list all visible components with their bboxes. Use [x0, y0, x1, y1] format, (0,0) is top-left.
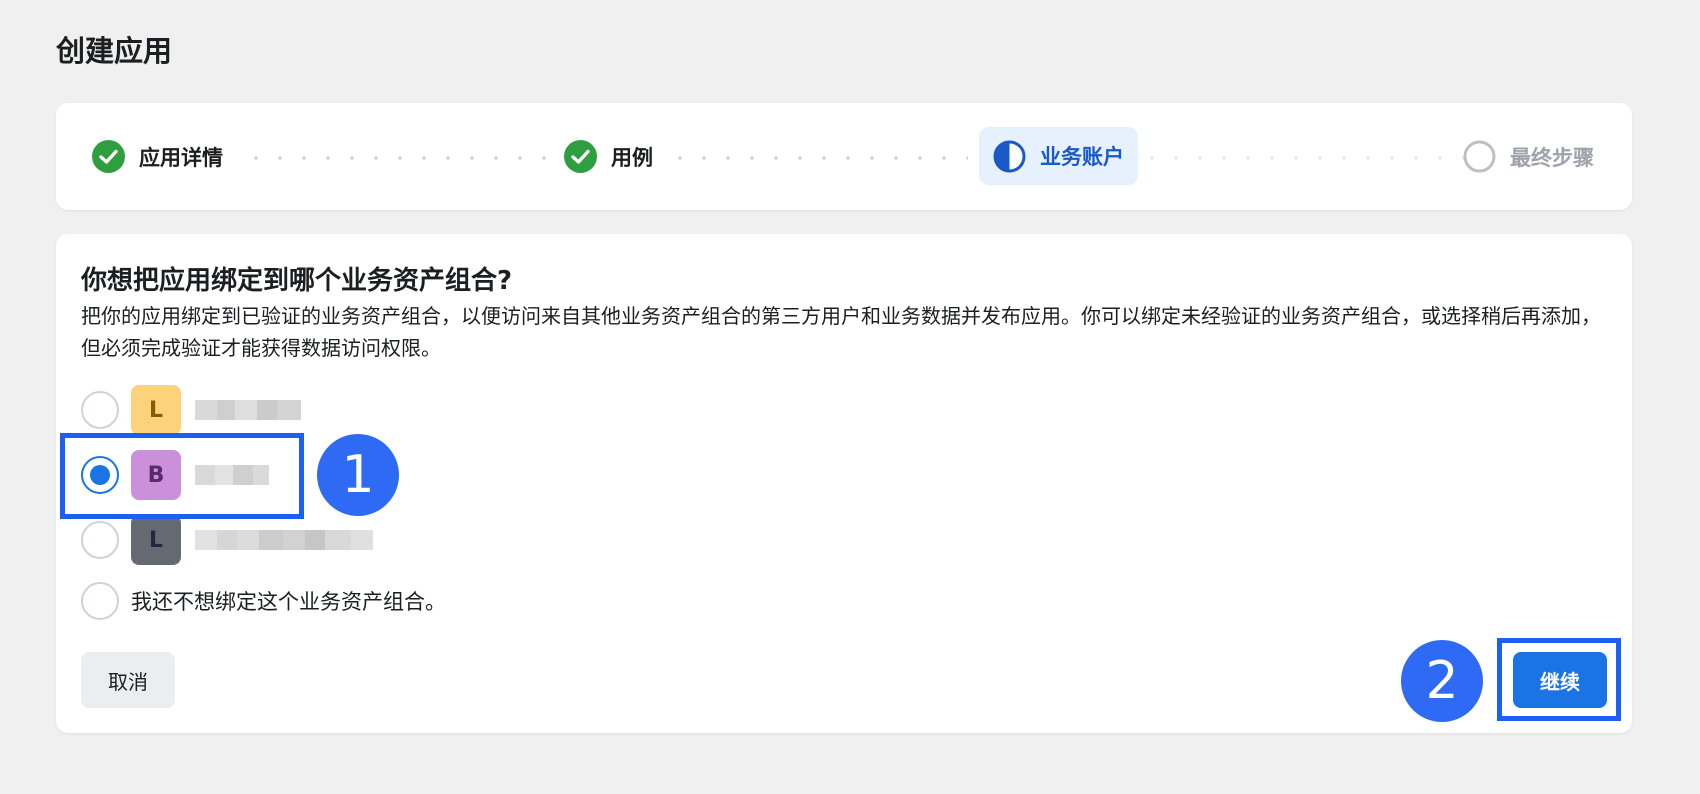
step-final[interactable]: 最终步骤 [1463, 103, 1594, 210]
radio-button[interactable] [81, 391, 119, 429]
step-connector [1140, 156, 1500, 160]
radio-button[interactable] [81, 521, 119, 559]
page-title: 创建应用 [56, 34, 173, 68]
step-app-details[interactable]: 应用详情 [92, 103, 223, 210]
step-label: 用例 [611, 145, 653, 170]
check-circle-icon [92, 140, 125, 173]
step-callout-badge: 2 [1401, 640, 1483, 722]
portfolio-option[interactable]: L [81, 385, 301, 435]
step-business-account[interactable]: 业务账户 [979, 127, 1138, 185]
avatar: L [131, 385, 181, 435]
question-heading: 你想把应用绑定到哪个业务资产组合? [81, 266, 513, 296]
cancel-button[interactable]: 取消 [81, 652, 175, 708]
highlight-box-selected-option [60, 433, 304, 519]
redacted-name [195, 530, 373, 550]
redacted-name [195, 400, 301, 420]
stepper: 应用详情 用例 业务账户 最终步骤 [56, 103, 1632, 210]
empty-circle-icon [1463, 140, 1496, 173]
step-label: 业务账户 [1040, 145, 1124, 169]
step-callout-badge: 1 [317, 434, 399, 516]
step-connector [668, 156, 968, 160]
option-label: 我还不想绑定这个业务资产组合。 [131, 590, 446, 614]
check-circle-icon [564, 140, 597, 173]
portfolio-option-none[interactable]: 我还不想绑定这个业务资产组合。 [81, 577, 446, 625]
step-connector [244, 156, 556, 160]
step-label: 最终步骤 [1510, 145, 1594, 170]
radio-button[interactable] [81, 582, 119, 620]
portfolio-option[interactable]: L [81, 515, 373, 565]
question-description: 把你的应用绑定到已验证的业务资产组合，以便访问来自其他业务资产组合的第三方用户和… [81, 304, 1601, 360]
half-circle-progress-icon [993, 140, 1026, 172]
highlight-box-continue [1497, 638, 1621, 721]
step-label: 应用详情 [139, 145, 223, 170]
step-use-case[interactable]: 用例 [564, 103, 653, 210]
avatar: L [131, 515, 181, 565]
